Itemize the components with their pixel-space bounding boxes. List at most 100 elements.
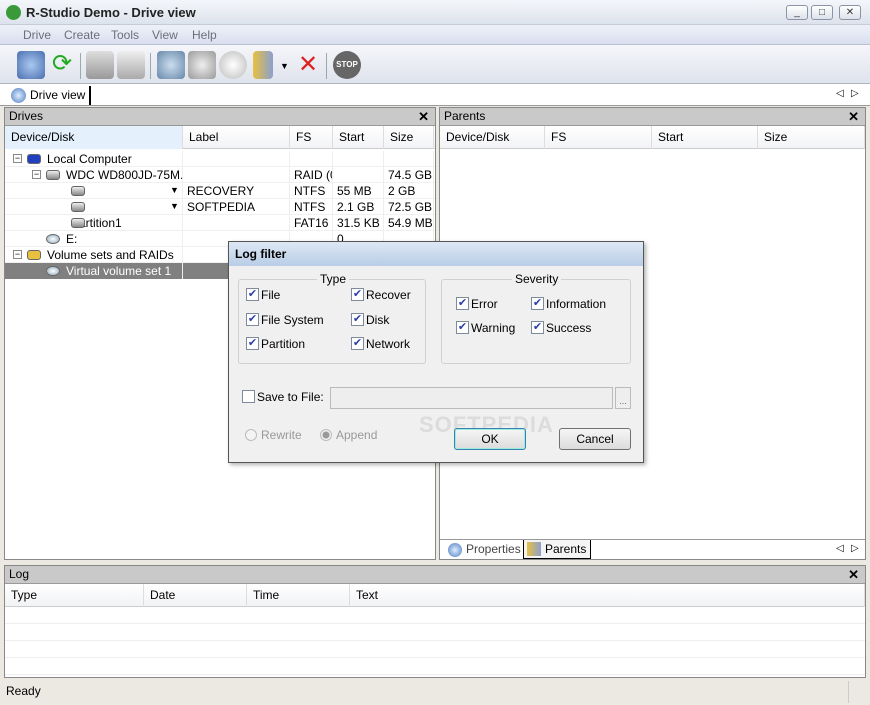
severity-label: Information [546, 297, 607, 311]
save-to-file-checkbox[interactable] [242, 390, 255, 403]
tree-row[interactable]: C:SOFTPEDIANTFS2.1 GB72.5 GB ▼ [5, 199, 435, 215]
cell-start: 2.1 GB [333, 199, 384, 215]
cell-fs [290, 151, 333, 167]
stop-icon[interactable]: STOP [333, 51, 361, 79]
log-column-header: Type Date Time Text [5, 584, 865, 607]
parents-bottom-tabs: Properties Parents ◁ ▷ [440, 539, 865, 559]
browse-button[interactable]: ... [615, 387, 631, 409]
type-checkbox[interactable]: ✔ [351, 313, 364, 326]
resize-grip[interactable] [848, 681, 849, 703]
tab-drive-view[interactable]: Drive view [8, 86, 92, 105]
severity-checkbox[interactable]: ✔ [531, 297, 544, 310]
scroll-right-icon[interactable]: ▷ [851, 543, 859, 554]
type-label: Disk [366, 313, 390, 327]
tree-row[interactable]: Local Computer − [5, 151, 435, 167]
tree-row[interactable]: D:RECOVERYNTFS55 MB2 GB ▼ [5, 183, 435, 199]
drives-column-header: Device/Disk Label FS Start Size [5, 126, 435, 149]
maximize-button[interactable]: □ [811, 5, 833, 20]
column-text[interactable]: Text [350, 584, 865, 607]
expand-toggle[interactable]: − [13, 250, 22, 259]
expand-toggle[interactable]: − [13, 154, 22, 163]
cell-size: 54.9 MB [384, 215, 434, 231]
tab-label: Parents [545, 542, 587, 556]
dialog-title: Log filter [229, 242, 643, 266]
chevron-down-icon[interactable]: ▼ [170, 185, 179, 195]
column-fs[interactable]: FS [545, 126, 652, 149]
recover-marked-icon[interactable] [188, 51, 216, 79]
tree-row[interactable]: Partition1 FAT16 31.5 KB 54.9 MB [5, 215, 435, 231]
type-checkbox[interactable]: ✔ [246, 313, 259, 326]
refresh-icon[interactable]: ⟳ [48, 51, 76, 79]
column-type[interactable]: Type [5, 584, 144, 607]
column-size[interactable]: Size [384, 126, 434, 149]
close-icon[interactable]: ✕ [418, 108, 429, 125]
severity-checkbox[interactable]: ✔ [531, 321, 544, 334]
severity-label: Warning [471, 321, 516, 335]
column-device[interactable]: Device/Disk [440, 126, 545, 149]
remove-icon[interactable]: ✕ [294, 51, 322, 79]
column-start[interactable]: Start [333, 126, 384, 149]
info-icon [11, 88, 26, 103]
cell-fs: RAID (0 0) [290, 167, 333, 183]
column-size[interactable]: Size [758, 126, 865, 149]
close-icon[interactable]: ✕ [848, 108, 859, 125]
cell-size: 72.5 GB [384, 199, 434, 215]
type-checkbox[interactable]: ✔ [246, 288, 259, 301]
parents-panel-header: Parents ✕ [440, 108, 865, 126]
append-radio[interactable] [320, 429, 332, 441]
close-button[interactable]: ✕ [839, 5, 861, 20]
expand-toggle[interactable]: − [32, 170, 41, 179]
column-device[interactable]: Device/Disk [5, 126, 183, 149]
menu-bar: Drive Create Tools View Help [0, 25, 870, 45]
connect-icon[interactable] [17, 51, 45, 79]
severity-checkbox[interactable]: ✔ [456, 297, 469, 310]
recover-icon[interactable] [157, 51, 185, 79]
scroll-right-icon[interactable]: ▷ [851, 88, 859, 99]
separator [150, 53, 151, 79]
severity-checkbox[interactable]: ✔ [456, 321, 469, 334]
menu-drive[interactable]: Drive [23, 28, 51, 42]
minimize-button[interactable]: _ [786, 5, 808, 20]
type-checkbox[interactable]: ✔ [351, 337, 364, 350]
title-bar: R-Studio Demo - Drive view _ □ ✕ [0, 0, 870, 25]
expand-toggle[interactable] [32, 266, 41, 275]
cell-label [183, 167, 290, 183]
cancel-button[interactable]: Cancel [559, 428, 631, 450]
open-image-icon[interactable] [86, 51, 114, 79]
parents-icon [527, 542, 541, 556]
append-label: Append [336, 428, 378, 442]
tab-parents[interactable]: Parents [523, 540, 592, 559]
chevron-down-icon[interactable]: ▼ [170, 201, 179, 211]
scroll-left-icon[interactable]: ◁ [836, 543, 844, 554]
rewrite-radio[interactable] [245, 429, 257, 441]
type-label: File [261, 288, 281, 302]
ok-button[interactable]: OK [454, 428, 526, 450]
type-checkbox[interactable]: ✔ [246, 337, 259, 350]
chevron-down-icon[interactable]: ▼ [280, 61, 289, 71]
type-checkbox[interactable]: ✔ [351, 288, 364, 301]
menu-help[interactable]: Help [192, 28, 217, 42]
column-fs[interactable]: FS [290, 126, 333, 149]
close-icon[interactable]: ✕ [848, 566, 859, 583]
type-label: Recover [366, 288, 411, 302]
menu-create[interactable]: Create [64, 28, 100, 42]
column-start[interactable]: Start [652, 126, 758, 149]
region-icon[interactable] [253, 51, 273, 79]
scan-icon[interactable] [117, 51, 145, 79]
tab-properties[interactable]: Properties [446, 541, 521, 558]
column-label[interactable]: Label [183, 126, 290, 149]
menu-view[interactable]: View [152, 28, 178, 42]
column-time[interactable]: Time [247, 584, 350, 607]
expand-toggle[interactable] [32, 234, 41, 243]
tree-row[interactable]: WDC WD800JD-75M...RAID (0 0)74.5 GB− [5, 167, 435, 183]
toolbar: ⟳ ▼ ✕ STOP [0, 45, 870, 84]
separator [326, 53, 327, 79]
folder-icon [27, 250, 41, 260]
column-date[interactable]: Date [144, 584, 247, 607]
create-image-icon[interactable] [219, 51, 247, 79]
cell-name: D: [5, 183, 183, 199]
file-path-input[interactable] [330, 387, 613, 409]
menu-tools[interactable]: Tools [111, 28, 139, 42]
disk-icon [46, 266, 60, 276]
scroll-left-icon[interactable]: ◁ [836, 88, 844, 99]
